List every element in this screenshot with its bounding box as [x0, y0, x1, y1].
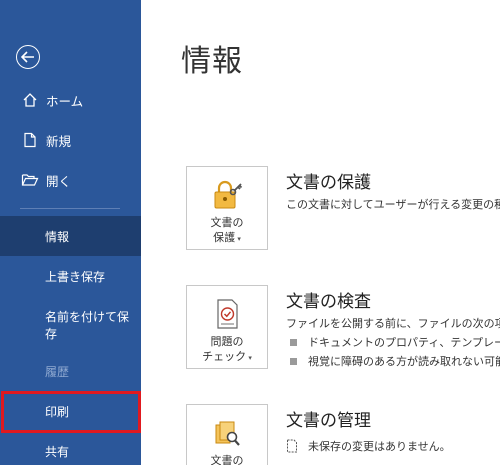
- folder-open-icon: [20, 170, 40, 190]
- sidebar-item-label: 名前を付けて保存: [45, 310, 130, 341]
- section-description: ファイルを公開する前に、ファイルの次の項目を: [286, 317, 500, 330]
- bullet-square-icon: [290, 338, 297, 346]
- sidebar-item-label: 上書き保存: [45, 269, 106, 284]
- protect-document-button[interactable]: 文書の 保護 ▾: [186, 166, 268, 250]
- list-item-text: ドキュメントのプロパティ、テンプレート名、作: [308, 336, 500, 349]
- sidebar-item-save[interactable]: 上書き保存: [0, 256, 141, 296]
- chevron-down-icon: ▾: [235, 235, 241, 243]
- sidebar-item-print[interactable]: 印刷: [0, 391, 141, 431]
- manage-document-button[interactable]: 文書の: [186, 404, 268, 465]
- sidebar-item-history: 履歴: [0, 351, 141, 391]
- document-search-icon: [210, 417, 244, 449]
- list-item-text: 視覚に障碍のある方が読み取れない可能: [308, 355, 500, 368]
- page-title: 情報: [181, 44, 243, 79]
- sidebar-item-share[interactable]: 共有: [0, 431, 141, 465]
- tile-label-line1: 問題の: [210, 335, 244, 348]
- sidebar-item-label: 履歴: [45, 364, 70, 379]
- sidebar-item-info[interactable]: 情報: [0, 216, 141, 256]
- checklist-icon: [210, 298, 244, 330]
- sidebar-item-save-as[interactable]: 名前を付けて保存: [0, 304, 141, 348]
- backstage-sidebar: ホーム 新規 開く 情報 上書き保存 名前を付けて保存 履歴 印刷 共有: [0, 0, 141, 465]
- sidebar-item-open[interactable]: 開く: [0, 160, 141, 200]
- section-title: 文書の管理: [286, 411, 371, 431]
- section-description: この文書に対してユーザーが行える変更の種類: [286, 198, 500, 211]
- sidebar-item-home[interactable]: ホーム: [0, 80, 141, 120]
- sidebar-divider: [20, 208, 120, 209]
- sidebar-item-label: 印刷: [45, 404, 70, 419]
- sidebar-item-label: 共有: [45, 444, 70, 459]
- lock-key-icon: [210, 179, 244, 211]
- check-for-issues-button[interactable]: 問題の チェック ▾: [186, 285, 268, 369]
- home-icon: [20, 90, 40, 110]
- bullet-square-icon: [290, 357, 297, 365]
- chevron-down-icon: ▾: [246, 354, 252, 362]
- sidebar-item-label: ホーム: [46, 93, 84, 109]
- sidebar-item-label: 新規: [46, 133, 72, 149]
- list-item: ドキュメントのプロパティ、テンプレート名、作: [290, 334, 500, 350]
- tile-label-line1: 文書の: [210, 216, 244, 229]
- info-pane: 情報 文書の 保護 ▾ 文書の保護 この文書に対してユーザーが行える変更の種類: [141, 0, 500, 465]
- sidebar-item-label: 情報: [45, 229, 70, 244]
- section-title: 文書の検査: [286, 292, 371, 312]
- sidebar-item-label: 開く: [46, 173, 72, 189]
- list-item: 視覚に障碍のある方が読み取れない可能: [290, 353, 500, 369]
- arrow-left-icon: [21, 51, 34, 63]
- document-icon: [286, 439, 298, 453]
- back-button[interactable]: [16, 45, 40, 69]
- new-document-icon: [20, 130, 40, 150]
- sidebar-item-new[interactable]: 新規: [0, 120, 141, 160]
- tile-label-line1: 文書の: [210, 454, 244, 465]
- unsaved-changes-status: 未保存の変更はありません。: [286, 438, 451, 454]
- section-title: 文書の保護: [286, 173, 371, 193]
- status-text: 未保存の変更はありません。: [308, 440, 451, 453]
- tile-label-line2: チェック: [202, 350, 247, 363]
- tile-label-line2: 保護: [213, 231, 236, 244]
